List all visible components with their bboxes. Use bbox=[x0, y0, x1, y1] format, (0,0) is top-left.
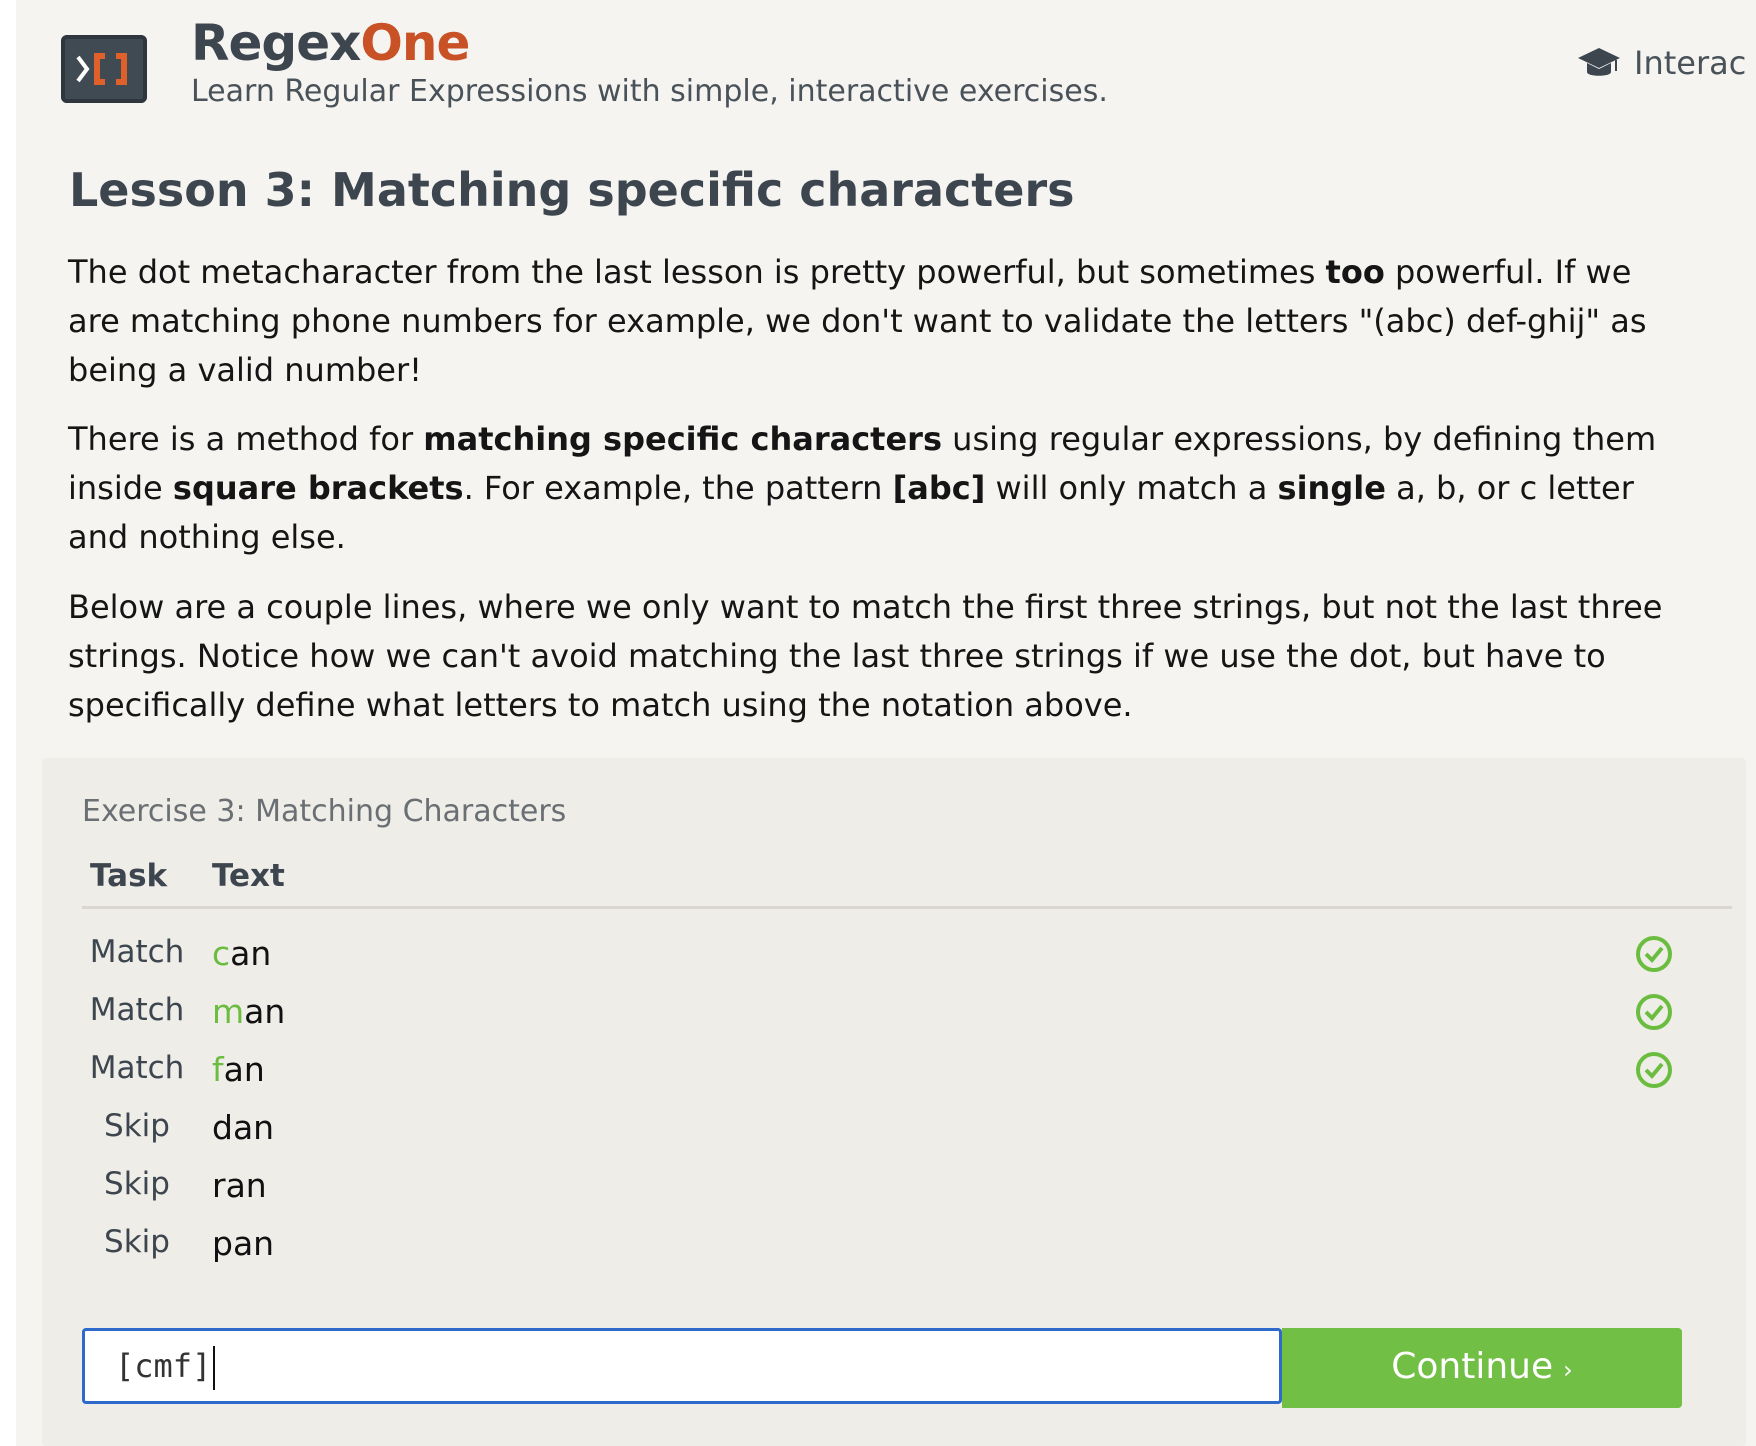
exercise-panel: Exercise 3: Matching Characters Task Tex… bbox=[42, 758, 1746, 1446]
row-task: Match bbox=[89, 1050, 185, 1086]
check-circle-icon bbox=[1636, 1052, 1672, 1088]
row-text-rest: an bbox=[230, 934, 272, 973]
row-task: Match bbox=[89, 992, 185, 1028]
regex-answer-input[interactable]: [cmf] bbox=[82, 1328, 1282, 1404]
exercise-row: Skip ran bbox=[42, 1152, 1746, 1217]
row-text: can bbox=[212, 934, 271, 973]
brand-name[interactable]: RegexOne bbox=[191, 14, 470, 72]
lesson-paragraph-1: The dot metacharacter from the last less… bbox=[68, 248, 1678, 395]
row-task: Skip bbox=[104, 1166, 170, 1202]
nav-interactive-tutorial-link[interactable]: Interac bbox=[1576, 44, 1746, 82]
matched-highlight: m bbox=[212, 992, 245, 1031]
regexone-logo-icon[interactable] bbox=[61, 35, 147, 103]
p2-text-a: There is a method for bbox=[68, 420, 424, 458]
exercise-row: Match can bbox=[42, 920, 1746, 985]
lesson-paragraph-2: There is a method for matching specific … bbox=[68, 415, 1678, 562]
lesson-title: Lesson 3: Matching specific characters bbox=[69, 163, 1075, 217]
p1-emphasis-too: too bbox=[1325, 253, 1385, 291]
chevron-right-icon: › bbox=[1563, 1356, 1573, 1384]
row-task: Match bbox=[89, 934, 185, 970]
row-text-rest: an bbox=[244, 992, 286, 1031]
continue-label: Continue bbox=[1391, 1346, 1554, 1387]
brand-one: One bbox=[360, 14, 470, 72]
exercise-row: Skip pan bbox=[42, 1210, 1746, 1275]
tagline: Learn Regular Expressions with simple, i… bbox=[191, 74, 1108, 109]
row-task: Skip bbox=[104, 1224, 170, 1260]
exercise-title: Exercise 3: Matching Characters bbox=[82, 794, 567, 829]
p1-text-a: The dot metacharacter from the last less… bbox=[68, 253, 1326, 291]
exercise-row: Skip dan bbox=[42, 1094, 1746, 1159]
p2-emphasis-single: single bbox=[1277, 469, 1386, 507]
row-text: dan bbox=[212, 1108, 274, 1147]
matched-highlight: f bbox=[212, 1050, 224, 1089]
text-caret bbox=[213, 1346, 216, 1390]
column-header-task: Task bbox=[90, 858, 168, 894]
check-circle-icon bbox=[1636, 936, 1672, 972]
exercise-row: Match fan bbox=[42, 1036, 1746, 1101]
row-text-rest: ran bbox=[212, 1166, 267, 1205]
p2-text-g: will only match a bbox=[985, 469, 1278, 507]
p2-text-e: . For example, the pattern bbox=[463, 469, 893, 507]
check-circle-icon bbox=[1636, 994, 1672, 1030]
p2-emphasis-square-brackets: square brackets bbox=[172, 469, 464, 507]
p2-emphasis-pattern: [abc] bbox=[892, 469, 986, 507]
brand-regex: Regex bbox=[191, 14, 361, 72]
answer-value: [cmf] bbox=[115, 1347, 212, 1385]
header-divider bbox=[82, 906, 1732, 909]
matched-highlight: c bbox=[212, 934, 231, 973]
row-text: ran bbox=[212, 1166, 267, 1205]
lesson-paragraph-3: Below are a couple lines, where we only … bbox=[68, 588, 1663, 724]
row-text: man bbox=[212, 992, 285, 1031]
row-text-rest: an bbox=[223, 1050, 265, 1089]
graduation-cap-icon bbox=[1578, 48, 1620, 76]
p2-emphasis-matching: matching specific characters bbox=[423, 420, 942, 458]
nav-link-label: Interac bbox=[1634, 44, 1747, 82]
continue-button[interactable]: Continue › bbox=[1282, 1328, 1682, 1408]
row-text: fan bbox=[212, 1050, 265, 1089]
row-text-rest: dan bbox=[212, 1108, 275, 1147]
row-text-rest: pan bbox=[212, 1224, 275, 1263]
page: RegexOne Learn Regular Expressions with … bbox=[16, 0, 1756, 1446]
exercise-row: Match man bbox=[42, 978, 1746, 1043]
row-task: Skip bbox=[104, 1108, 170, 1144]
column-header-text: Text bbox=[212, 858, 285, 894]
row-text: pan bbox=[212, 1224, 274, 1263]
